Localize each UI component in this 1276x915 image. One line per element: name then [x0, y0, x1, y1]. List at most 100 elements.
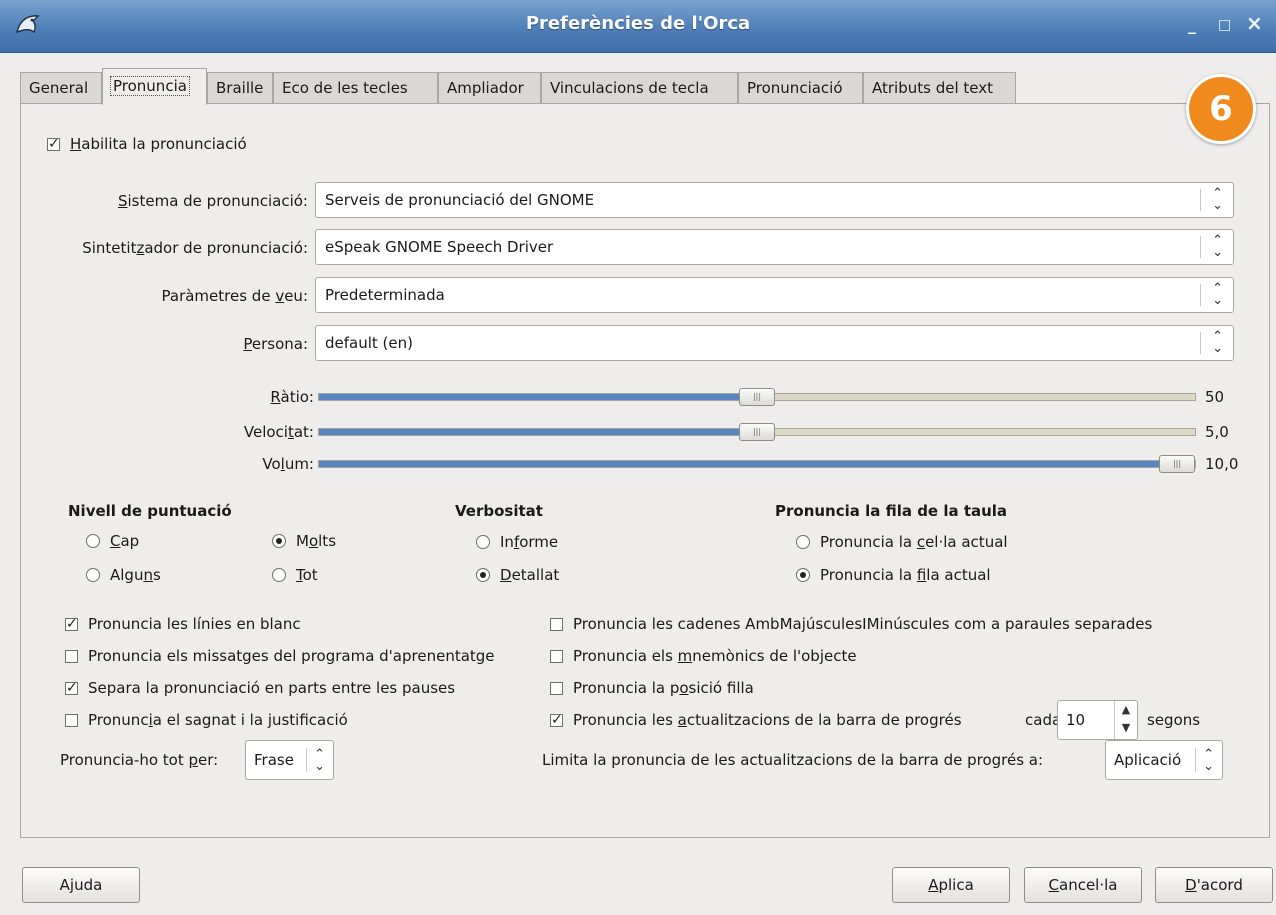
radio-button[interactable]: [476, 535, 490, 549]
verbosity-brief-radio[interactable]: Informe: [476, 533, 558, 551]
radio-button[interactable]: [86, 534, 100, 548]
tab-pronuncia-label: Pronuncia: [110, 76, 190, 96]
pitch-slider[interactable]: |||: [318, 423, 1196, 441]
pitch-value: 5,0: [1205, 423, 1229, 441]
system-label: Sistema de pronunciació:: [117, 192, 308, 210]
volume-slider[interactable]: |||: [318, 455, 1196, 473]
help-button[interactable]: Ajuda: [22, 867, 140, 903]
chevron-updown-icon: ⌃ ⌄: [1212, 233, 1223, 260]
ok-button[interactable]: D'acord: [1155, 867, 1273, 903]
rate-slider[interactable]: |||: [318, 388, 1196, 406]
cancel-button[interactable]: Cancel·la: [1024, 867, 1142, 903]
maximize-icon[interactable]: □: [1218, 17, 1231, 33]
checkbox[interactable]: [550, 681, 563, 695]
slider-fill: [319, 394, 757, 400]
punct-none-radio[interactable]: Cap: [86, 532, 139, 550]
checkbox[interactable]: [65, 713, 78, 727]
punctuation-header: Nivell de puntuació: [68, 502, 232, 520]
split-pauses-label: Separa la pronunciació en parts entre le…: [88, 679, 456, 697]
voice-settings-combo[interactable]: Predeterminada ⌃ ⌄: [315, 277, 1234, 313]
tab-ampliador[interactable]: Ampliador: [438, 72, 541, 104]
split-pauses-checkbox[interactable]: ✓ Separa la pronunciació en parts entre l…: [65, 679, 455, 697]
slider-handle[interactable]: |||: [1159, 455, 1195, 473]
apply-button[interactable]: Aplica: [892, 867, 1010, 903]
slider-handle[interactable]: |||: [739, 388, 775, 406]
pitch-label: Velocitat:: [243, 423, 314, 441]
speech-system-combo[interactable]: Serveis de pronunciació del GNOME ⌃ ⌄: [315, 182, 1234, 218]
title-bar[interactable]: Preferències de l'Orca _ □ ×: [0, 0, 1276, 53]
child-position-label: Pronuncia la posició filla: [573, 679, 754, 697]
table-cell-label: Pronuncia la cel·la actual: [820, 533, 1008, 551]
punct-most-radio[interactable]: Molts: [272, 532, 336, 550]
progress-updates-checkbox[interactable]: ✓ Pronuncia les actualitzacions de la bar…: [550, 711, 962, 729]
volume-label: Volum:: [262, 455, 314, 473]
radio-button[interactable]: [272, 534, 286, 548]
verbosity-verbose-label: Detallat: [500, 566, 560, 584]
radio-button[interactable]: [476, 568, 490, 582]
checkbox[interactable]: [550, 649, 563, 663]
enable-speech-checkbox[interactable]: ✓ Habilita la pronunciació: [47, 135, 247, 153]
window-title: Preferències de l'Orca: [525, 13, 751, 34]
person-combo[interactable]: default (en) ⌃ ⌄: [315, 325, 1234, 361]
radio-button[interactable]: [796, 568, 810, 582]
slider-handle[interactable]: |||: [739, 423, 775, 441]
synthesizer-combo[interactable]: eSpeak GNOME Speech Driver ⌃ ⌄: [315, 229, 1234, 265]
table-cell-radio[interactable]: Pronuncia la cel·la actual: [796, 533, 1008, 551]
step-badge: 6: [1186, 74, 1256, 144]
checkbox[interactable]: [550, 617, 563, 631]
checkbox[interactable]: ✓: [65, 617, 78, 631]
radio-button[interactable]: [86, 568, 100, 582]
tab-braille[interactable]: Braille: [207, 72, 273, 104]
mnemonics-checkbox[interactable]: Pronuncia els mnemònics de l'objecte: [550, 647, 857, 665]
speak-indentation-checkbox[interactable]: Pronuncia el sagnat i la justificació: [65, 711, 348, 729]
progress-limit-combo[interactable]: Aplicació ⌃ ⌄: [1105, 740, 1223, 780]
progress-interval-spinbox[interactable]: 10 ▲ ▼: [1057, 700, 1138, 740]
synth-label: Sintetitzador de pronunciació:: [82, 239, 308, 257]
punct-some-label: Alguns: [110, 566, 161, 584]
radio-button[interactable]: [272, 568, 286, 582]
child-position-checkbox[interactable]: Pronuncia la posició filla: [550, 679, 754, 697]
punct-all-radio[interactable]: Tot: [272, 566, 318, 584]
spinner-arrows-icon[interactable]: ▲ ▼: [1114, 701, 1137, 739]
checkbox[interactable]: ✓: [65, 681, 78, 695]
person-value: default (en): [325, 334, 413, 352]
punct-none-label: Cap: [110, 532, 140, 550]
progress-unit-label: segons: [1147, 711, 1201, 729]
combo-separator: [1200, 284, 1201, 306]
speak-tutorial-checkbox[interactable]: Pronuncia els missatges del programa d'a…: [65, 647, 495, 665]
say-all-value: Frase: [254, 751, 294, 769]
combo-separator: [1200, 332, 1201, 354]
checkbox[interactable]: ✓: [550, 713, 563, 727]
speak-indentation-label: Pronuncia el sagnat i la justificació: [88, 711, 348, 729]
voice-label: Paràmetres de veu:: [161, 287, 309, 305]
synthesizer-value: eSpeak GNOME Speech Driver: [325, 238, 554, 256]
verbosity-brief-label: Informe: [500, 533, 559, 551]
verbosity-header: Verbositat: [455, 502, 543, 520]
punct-most-label: Molts: [296, 532, 337, 550]
punct-some-radio[interactable]: Alguns: [86, 566, 161, 584]
table-row-radio[interactable]: Pronuncia la fila actual: [796, 566, 991, 584]
tab-eco-tecles[interactable]: Eco de les tecles: [273, 72, 438, 104]
rate-label: Ràtio:: [270, 388, 314, 406]
radio-button[interactable]: [796, 535, 810, 549]
tab-general[interactable]: General: [20, 72, 102, 104]
verbosity-verbose-radio[interactable]: Detallat: [476, 566, 559, 584]
slider-fill: [319, 461, 1177, 467]
tab-atributs[interactable]: Atributs del text: [863, 72, 1016, 104]
say-all-combo[interactable]: Frase ⌃ ⌄: [245, 740, 334, 780]
enable-speech-label: Habilita la pronunciació: [70, 135, 247, 153]
tab-pronunciacio[interactable]: Pronunciació: [738, 72, 863, 104]
speak-blank-lines-checkbox[interactable]: ✓ Pronuncia les línies en blanc: [65, 615, 301, 633]
tab-pronuncia[interactable]: Pronuncia: [102, 68, 207, 105]
progress-limit-label: Limita la pronuncia de les actualitzacio…: [542, 751, 1044, 769]
table-row-header: Pronuncia la fila de la taula: [775, 502, 1008, 520]
camel-case-checkbox[interactable]: Pronuncia les cadenes AmbMajúsculesIMinú…: [550, 615, 1152, 633]
progress-limit-value: Aplicació: [1114, 751, 1182, 769]
speak-blank-lines-label: Pronuncia les línies en blanc: [88, 615, 301, 633]
close-icon[interactable]: ×: [1246, 11, 1263, 35]
checkbox[interactable]: [65, 649, 78, 663]
chevron-updown-icon: ⌃ ⌄: [1212, 329, 1223, 356]
enable-speech-check[interactable]: ✓: [47, 137, 60, 151]
minimize-icon[interactable]: _: [1188, 15, 1196, 34]
tab-vinculacions[interactable]: Vinculacions de tecla: [541, 72, 738, 104]
